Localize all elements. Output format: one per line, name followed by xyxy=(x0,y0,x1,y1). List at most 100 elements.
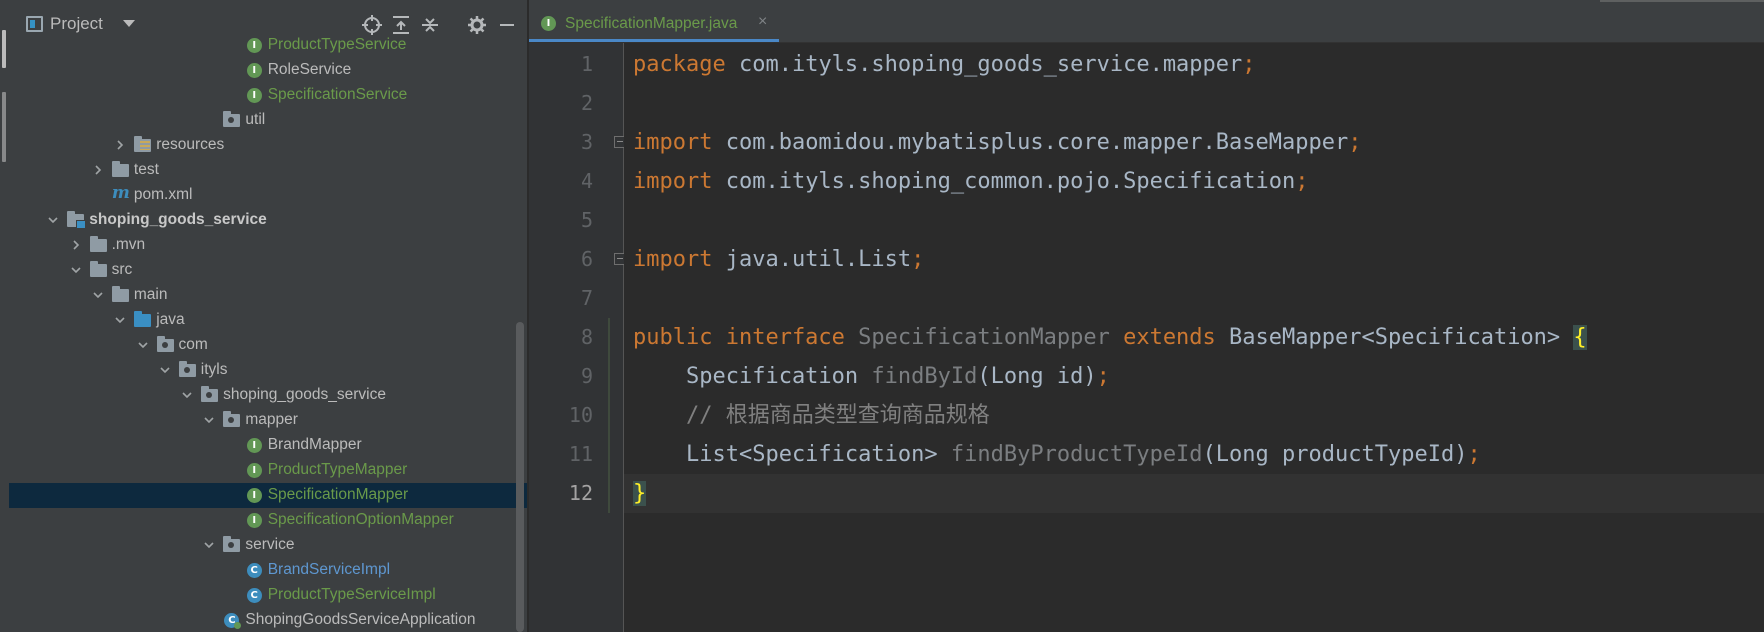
toolbar-edge xyxy=(1600,0,1764,2)
line-number[interactable]: 3 xyxy=(529,130,593,154)
tree-item-label: BrandServiceImpl xyxy=(267,561,391,578)
tree-item-label: main xyxy=(133,286,168,303)
code-token: com.ityls.shoping_common.pojo.Specificat… xyxy=(725,169,1296,194)
chevron-down-icon[interactable] xyxy=(203,539,215,551)
chevron-down-icon[interactable] xyxy=(47,214,59,226)
tree-item-label: SpecificationService xyxy=(267,86,408,103)
code-line[interactable]: public interface SpecificationMapper ext… xyxy=(633,318,1587,357)
line-number[interactable]: 4 xyxy=(529,169,593,193)
tree-item-producttypeservice[interactable]: I ProductTypeService xyxy=(9,33,527,58)
code-line[interactable]: import com.ityls.shoping_common.pojo.Spe… xyxy=(633,162,1309,201)
interface-icon: I xyxy=(541,16,556,31)
tree-item-ityls[interactable]: ityls xyxy=(9,358,527,383)
chevron-down-icon[interactable] xyxy=(203,414,215,426)
code-token: Specification xyxy=(633,364,872,389)
code-token: ; xyxy=(1348,130,1362,155)
tree-item-test[interactable]: test xyxy=(9,158,527,183)
line-number[interactable]: 5 xyxy=(529,208,593,232)
code-line[interactable]: Specification findById(Long id); xyxy=(633,357,1110,396)
code-token: List<Specification> xyxy=(633,442,951,467)
code-editor[interactable]: package com.ityls.shoping_goods_service.… xyxy=(624,43,1764,632)
code-line[interactable]: import java.util.List; xyxy=(633,240,924,279)
tree-item-brandmapper[interactable]: I BrandMapper xyxy=(9,433,527,458)
line-number[interactable]: 11 xyxy=(529,442,593,466)
line-number[interactable]: 8 xyxy=(529,325,593,349)
code-token: (Long productTypeId) xyxy=(1202,442,1468,467)
code-line[interactable]: // 根据商品类型查询商品规格 xyxy=(633,396,990,435)
maven-icon: m xyxy=(111,183,130,203)
chevron-down-icon[interactable] xyxy=(137,339,149,351)
code-line[interactable]: } xyxy=(633,474,647,513)
tab-specification-mapper[interactable]: I SpecificationMapper.java × xyxy=(529,0,779,42)
tree-item-util[interactable]: util xyxy=(9,108,527,133)
chevron-down-icon[interactable] xyxy=(159,364,171,376)
tree-item-specificationoptionmapper[interactable]: I SpecificationOptionMapper xyxy=(9,508,527,533)
chevron-down-icon[interactable] xyxy=(114,314,126,326)
tree-item-service[interactable]: service xyxy=(9,533,527,558)
chevron-down-icon[interactable] xyxy=(92,289,104,301)
chevron-down-icon[interactable] xyxy=(181,389,193,401)
chevron-down-icon[interactable] xyxy=(123,20,135,27)
tree-item-main[interactable]: main xyxy=(9,283,527,308)
commit-tool-tab[interactable] xyxy=(2,92,6,162)
project-panel-title[interactable]: Project xyxy=(50,14,103,34)
tree-item-pom-xml[interactable]: m pom.xml xyxy=(9,183,527,208)
chevron-right-icon[interactable] xyxy=(92,164,104,176)
project-tool-tab[interactable] xyxy=(2,30,6,68)
tree-item-label: ShopingGoodsServiceApplication xyxy=(245,611,476,628)
line-number[interactable]: 10 xyxy=(529,403,593,427)
tree-item-label: test xyxy=(133,161,159,178)
line-number[interactable]: 6 xyxy=(529,247,593,271)
code-token: findById xyxy=(871,364,978,389)
chevron-right-icon[interactable] xyxy=(70,239,82,251)
class-icon: C xyxy=(246,587,263,603)
tree-item-com[interactable]: com xyxy=(9,333,527,358)
tree-item-shoping-goods-service[interactable]: shoping_goods_service xyxy=(9,383,527,408)
line-number[interactable]: 7 xyxy=(529,286,593,310)
code-token: import xyxy=(633,130,726,155)
tree-item-brandserviceimpl[interactable]: C BrandServiceImpl xyxy=(9,558,527,583)
tree-item-producttypeserviceimpl[interactable]: C ProductTypeServiceImpl xyxy=(9,583,527,608)
code-token: extends xyxy=(1123,325,1230,350)
line-number[interactable]: 9 xyxy=(529,364,593,388)
line-number[interactable]: 2 xyxy=(529,91,593,115)
tree-item-specificationmapper[interactable]: I SpecificationMapper xyxy=(9,483,527,508)
tree-item-mvn[interactable]: .mvn xyxy=(9,233,527,258)
interface-icon: I xyxy=(246,512,263,528)
tree-item-src[interactable]: src xyxy=(9,258,527,283)
close-icon[interactable]: × xyxy=(758,13,767,31)
folder-icon xyxy=(111,161,129,178)
chevron-down-icon[interactable] xyxy=(70,264,82,276)
tree-item-shoping-goods-service[interactable]: shoping_goods_service xyxy=(9,208,527,233)
package-icon xyxy=(223,411,241,428)
tree-item-label: java xyxy=(156,311,185,328)
tree-item-label: ProductTypeService xyxy=(267,36,407,53)
tree-item-label: com xyxy=(178,336,208,353)
tree-item-specificationservice[interactable]: I SpecificationService xyxy=(9,83,527,108)
chevron-right-icon[interactable] xyxy=(114,139,126,151)
module-folder-icon xyxy=(67,211,87,229)
tree-item-label: ProductTypeMapper xyxy=(267,461,408,478)
code-token: package xyxy=(633,52,739,77)
code-token: import xyxy=(633,169,726,194)
tree-item-label: src xyxy=(111,261,133,278)
code-line[interactable]: List<Specification> findByProductTypeId(… xyxy=(633,435,1481,474)
tree-item-mapper[interactable]: mapper xyxy=(9,408,527,433)
code-line[interactable]: package com.ityls.shoping_goods_service.… xyxy=(633,45,1256,84)
line-number-gutter[interactable]: 1 2 3 4 5 6 7 8 9 10 11 12 xyxy=(529,43,626,632)
tree-item-shopinggoodsserviceapplication[interactable]: C ShopingGoodsServiceApplication xyxy=(9,608,527,632)
tree-item-roleservice[interactable]: I RoleService xyxy=(9,58,527,83)
tree-item-label: SpecificationOptionMapper xyxy=(267,511,454,528)
interface-icon: I xyxy=(246,62,263,78)
tree-item-label: mapper xyxy=(245,411,298,428)
tree-item-java[interactable]: java xyxy=(9,308,527,333)
package-icon xyxy=(223,111,241,128)
line-number[interactable]: 1 xyxy=(529,52,593,76)
tree-item-label: shoping_goods_service xyxy=(89,211,267,228)
tree-item-producttypemapper[interactable]: I ProductTypeMapper xyxy=(9,458,527,483)
tree-item-resources[interactable]: resources xyxy=(9,133,527,158)
code-line[interactable]: import com.baomidou.mybatisplus.core.map… xyxy=(633,123,1362,162)
tree-item-label: RoleService xyxy=(267,61,352,78)
project-scrollbar[interactable] xyxy=(516,322,524,632)
line-number[interactable]: 12 xyxy=(529,481,593,505)
